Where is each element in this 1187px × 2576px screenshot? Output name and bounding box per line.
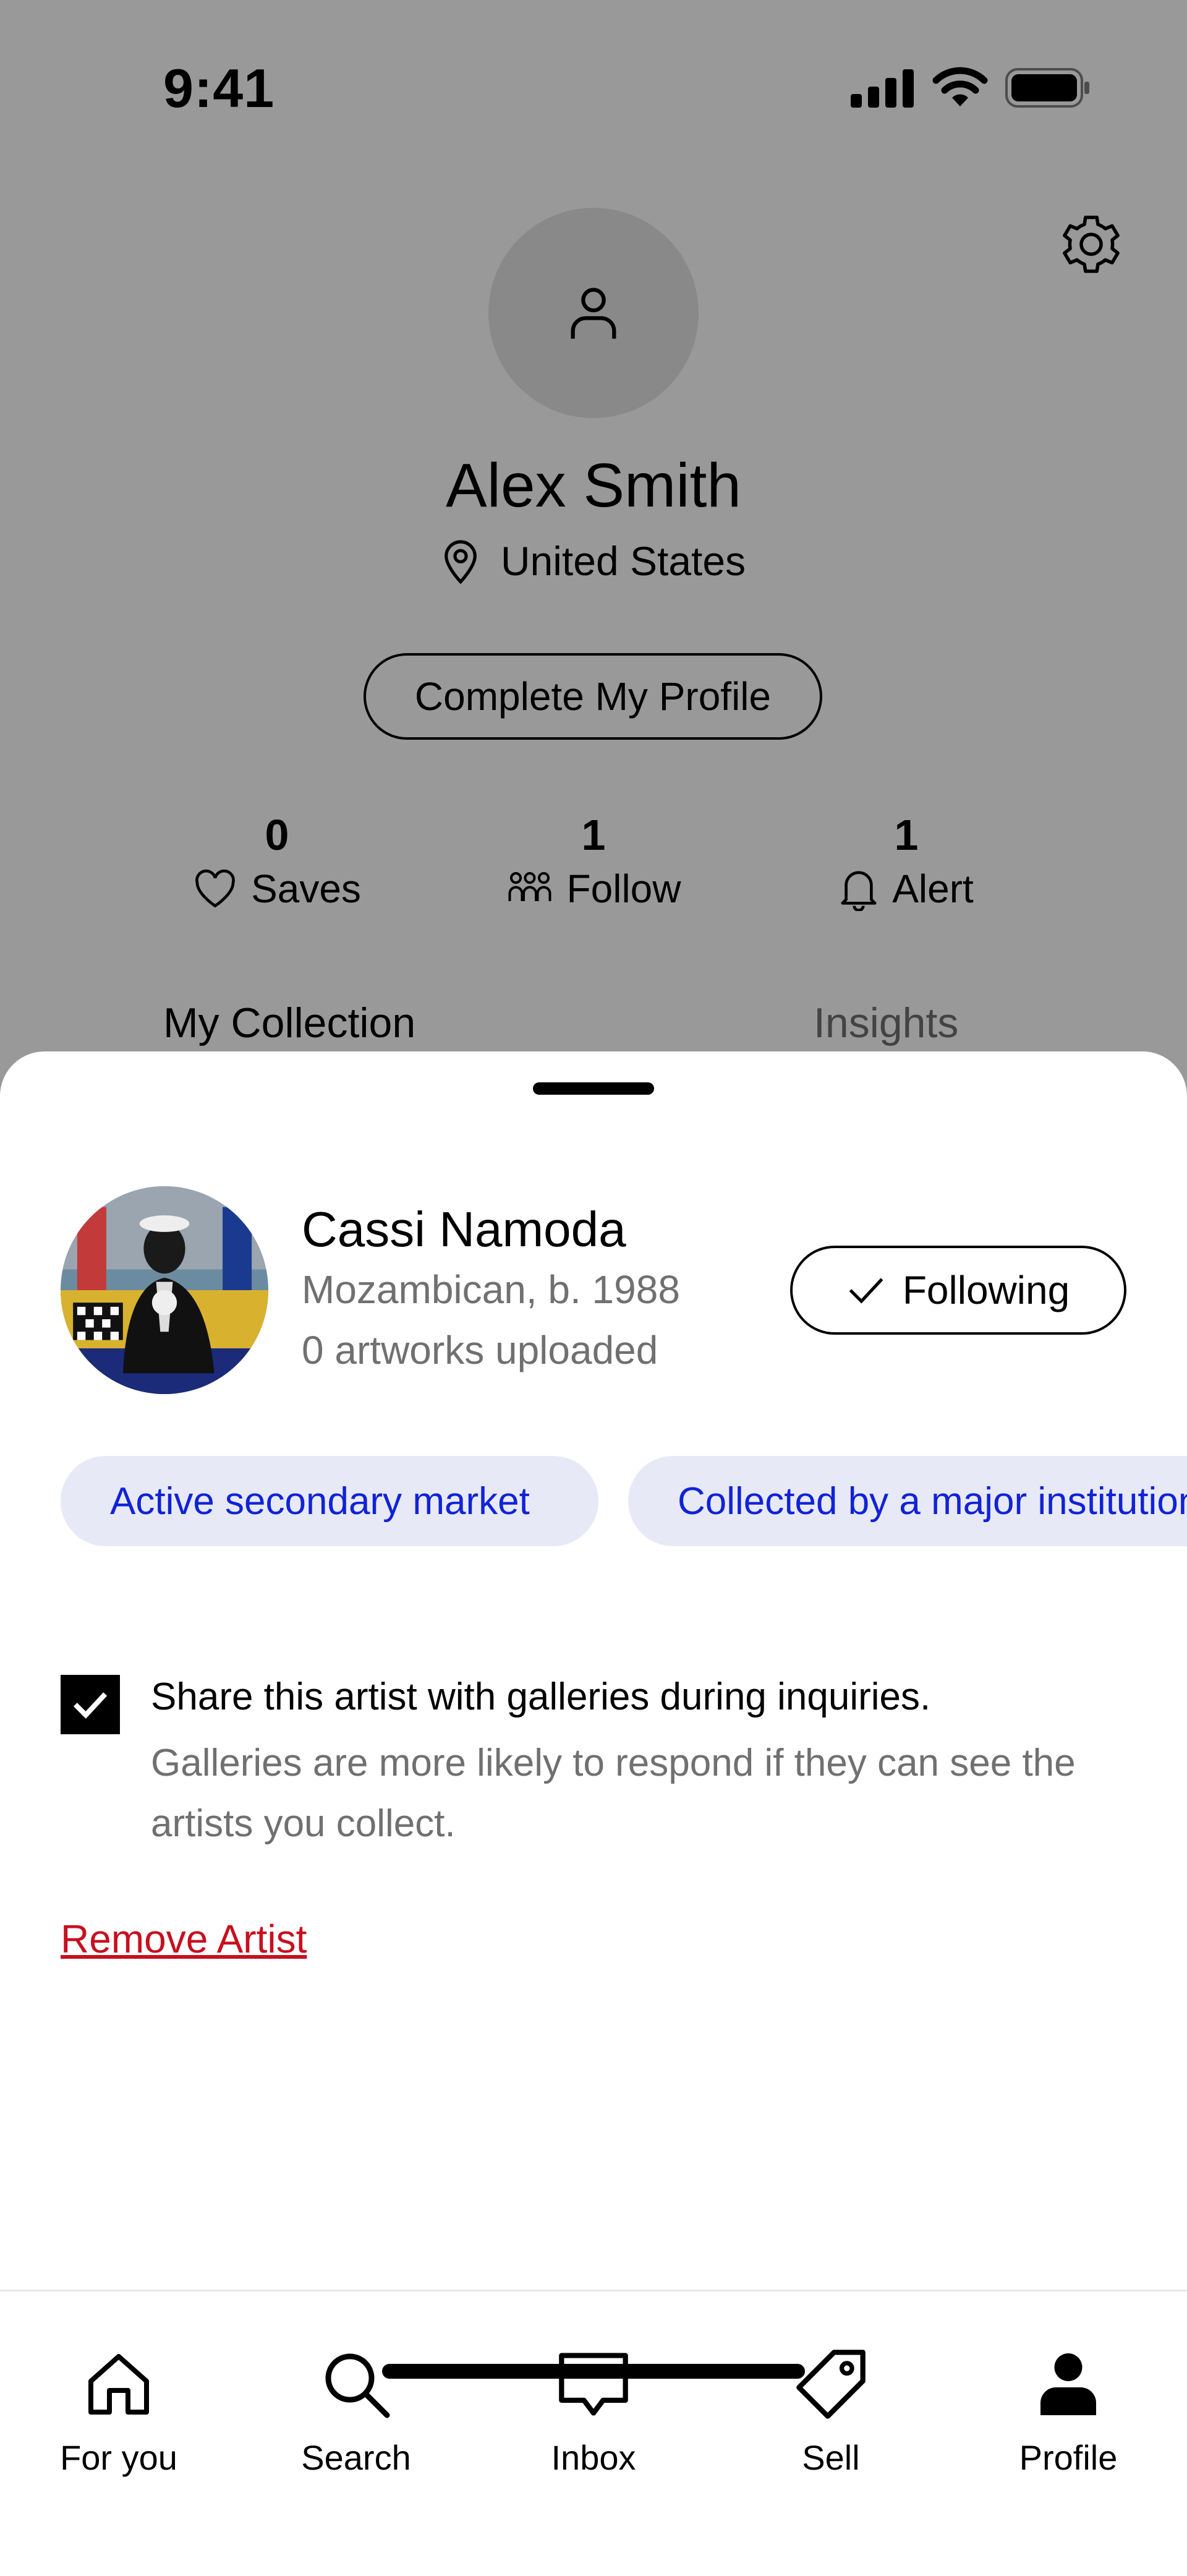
check-icon xyxy=(849,1278,883,1304)
bottom-tab-bar: For you Search Inbox Sell Profile xyxy=(0,2290,1187,2576)
share-description: Galleries are more likely to respond if … xyxy=(151,1742,1076,1845)
person-icon xyxy=(1040,2353,1096,2415)
following-button[interactable]: Following xyxy=(790,1246,1126,1335)
artist-nationality: Mozambican, b. 1988 xyxy=(302,1267,680,1312)
tab-for-you[interactable]: For you xyxy=(0,2341,237,2478)
tab-label: For you xyxy=(60,2438,177,2477)
artist-artwork-count: 0 artworks uploaded xyxy=(302,1328,658,1372)
share-checkbox[interactable] xyxy=(61,1675,120,1734)
sheet-drag-handle[interactable] xyxy=(533,1082,654,1095)
chip-collected-by-institution[interactable]: Collected by a major institution xyxy=(628,1456,1187,1546)
home-icon xyxy=(88,2354,149,2415)
following-label: Following xyxy=(902,1268,1070,1312)
tab-label: Inbox xyxy=(551,2438,636,2477)
remove-artist-link[interactable]: Remove Artist xyxy=(61,1916,307,1962)
tab-sell[interactable]: Sell xyxy=(712,2341,950,2478)
tab-label: Sell xyxy=(802,2438,860,2477)
tab-profile[interactable]: Profile xyxy=(950,2341,1187,2478)
chat-icon xyxy=(559,2353,628,2416)
home-indicator xyxy=(382,2364,805,2379)
tab-search[interactable]: Search xyxy=(237,2341,475,2478)
artist-avatar xyxy=(61,1186,268,1394)
checkmark-icon xyxy=(73,1692,108,1719)
chip-active-secondary-market[interactable]: Active secondary market xyxy=(61,1456,598,1546)
search-icon xyxy=(325,2353,390,2418)
tab-inbox[interactable]: Inbox xyxy=(475,2341,712,2478)
tab-label: Search xyxy=(301,2438,411,2477)
artwork-thumbnail xyxy=(61,1186,268,1394)
share-title: Share this artist with galleries during … xyxy=(151,1675,931,1718)
tag-icon xyxy=(796,2350,866,2419)
tab-label: Profile xyxy=(1019,2438,1118,2477)
artist-name: Cassi Namoda xyxy=(302,1202,626,1257)
